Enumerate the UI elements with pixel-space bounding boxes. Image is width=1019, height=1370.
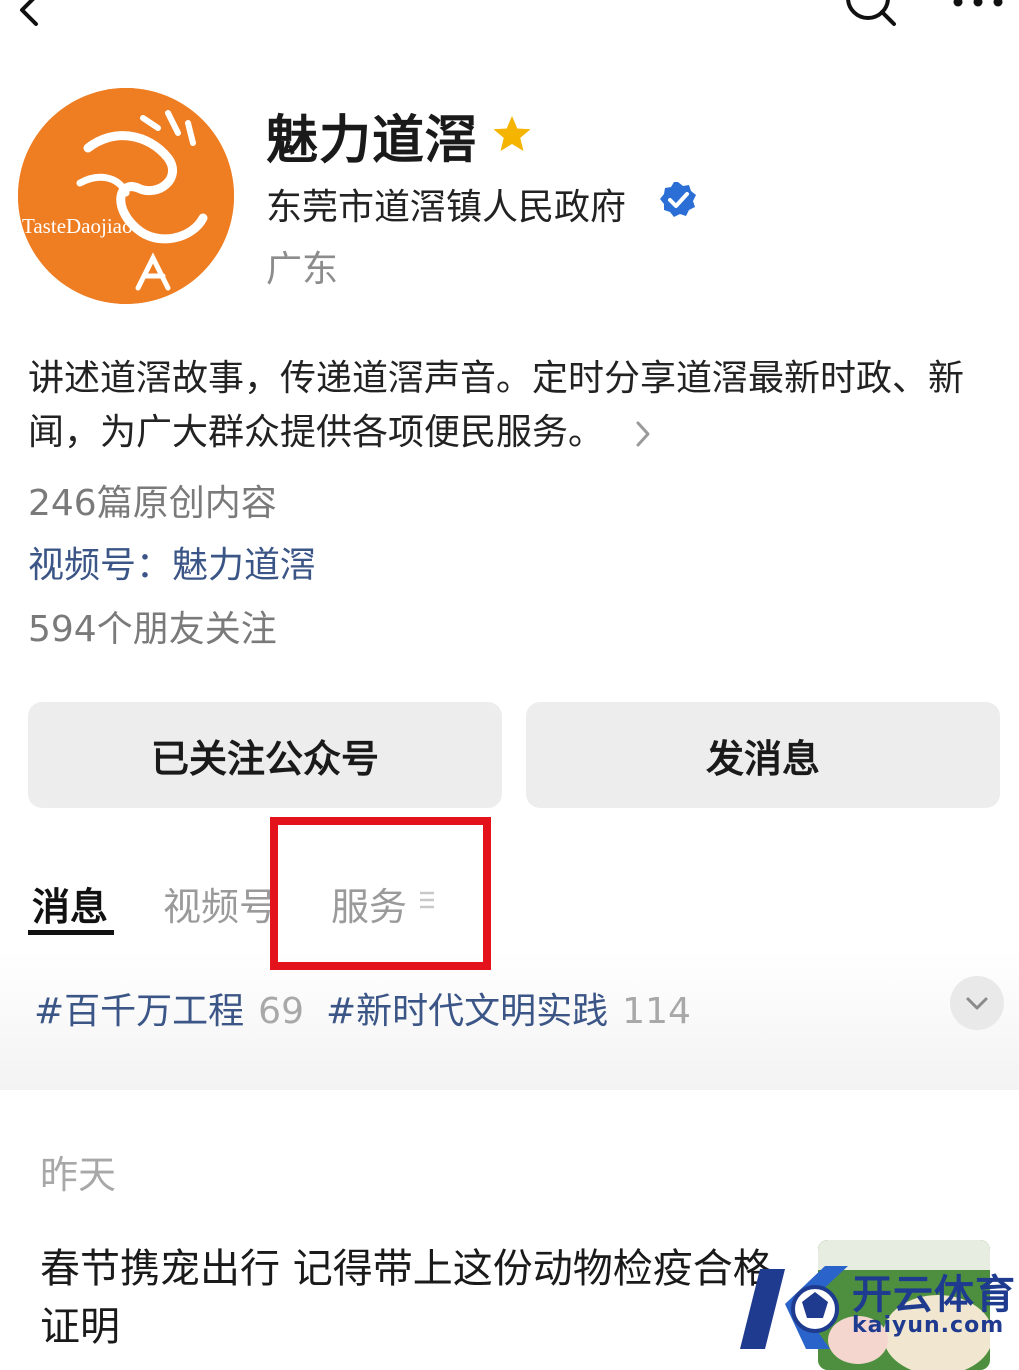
followed-button[interactable]: 已关注公众号 [28, 702, 502, 808]
tag-item[interactable]: #百千万工程 69 [34, 982, 304, 1034]
description-text: 讲述道滘故事，传递道滘声音。定时分享道滘最新时政、新闻，为广大群众提供各项便民服… [28, 358, 965, 453]
highlight-annotation-box [270, 817, 491, 970]
avatar-logo-text: TasteDaojiao [22, 214, 133, 238]
original-articles-count: 246篇原创内容 [28, 483, 277, 524]
expand-tags-button[interactable] [950, 976, 1004, 1030]
tag-label: #百千万工程 [34, 991, 245, 1032]
article-title[interactable]: 春节携宠出行 记得带上这份动物检疫合格证明 [40, 1240, 800, 1356]
more-dots-icon[interactable] [950, 0, 1006, 18]
tag-label: #新时代文明实践 [326, 991, 609, 1032]
region-label: 广东 [266, 249, 339, 290]
watermark-brand-name: 开云体育 [852, 1272, 1016, 1318]
article-date: 昨天 [40, 1153, 117, 1197]
active-tab-indicator [28, 930, 114, 935]
send-message-button[interactable]: 发消息 [526, 702, 1000, 808]
tab-video-channel[interactable]: 视频号 [163, 876, 277, 931]
star-icon[interactable] [490, 112, 534, 156]
watermark-url: kaiyun.com [852, 1313, 1005, 1338]
chevron-down-icon [966, 997, 988, 1010]
tag-count: 114 [622, 991, 691, 1032]
account-name: 魅力道滘 [266, 111, 479, 171]
organization-name: 东莞市道滘镇人民政府 [266, 187, 627, 228]
video-channel-link[interactable]: 视频号：魅力道滘 [28, 536, 316, 588]
avatar[interactable]: TasteDaojiao [18, 88, 234, 304]
back-arrow-icon[interactable] [8, 0, 48, 34]
tab-messages[interactable]: 消息 [32, 876, 108, 931]
friends-following-count: 594个朋友关注 [28, 609, 277, 650]
account-description[interactable]: 讲述道滘故事，传递道滘声音。定时分享道滘最新时政、新闻，为广大群众提供各项便民服… [28, 352, 1003, 460]
tag-count: 69 [258, 991, 304, 1032]
tag-item[interactable]: #新时代文明实践 114 [326, 982, 691, 1034]
verified-badge-icon [660, 182, 696, 217]
chevron-right-icon[interactable] [630, 419, 656, 449]
search-icon[interactable] [840, 0, 898, 30]
